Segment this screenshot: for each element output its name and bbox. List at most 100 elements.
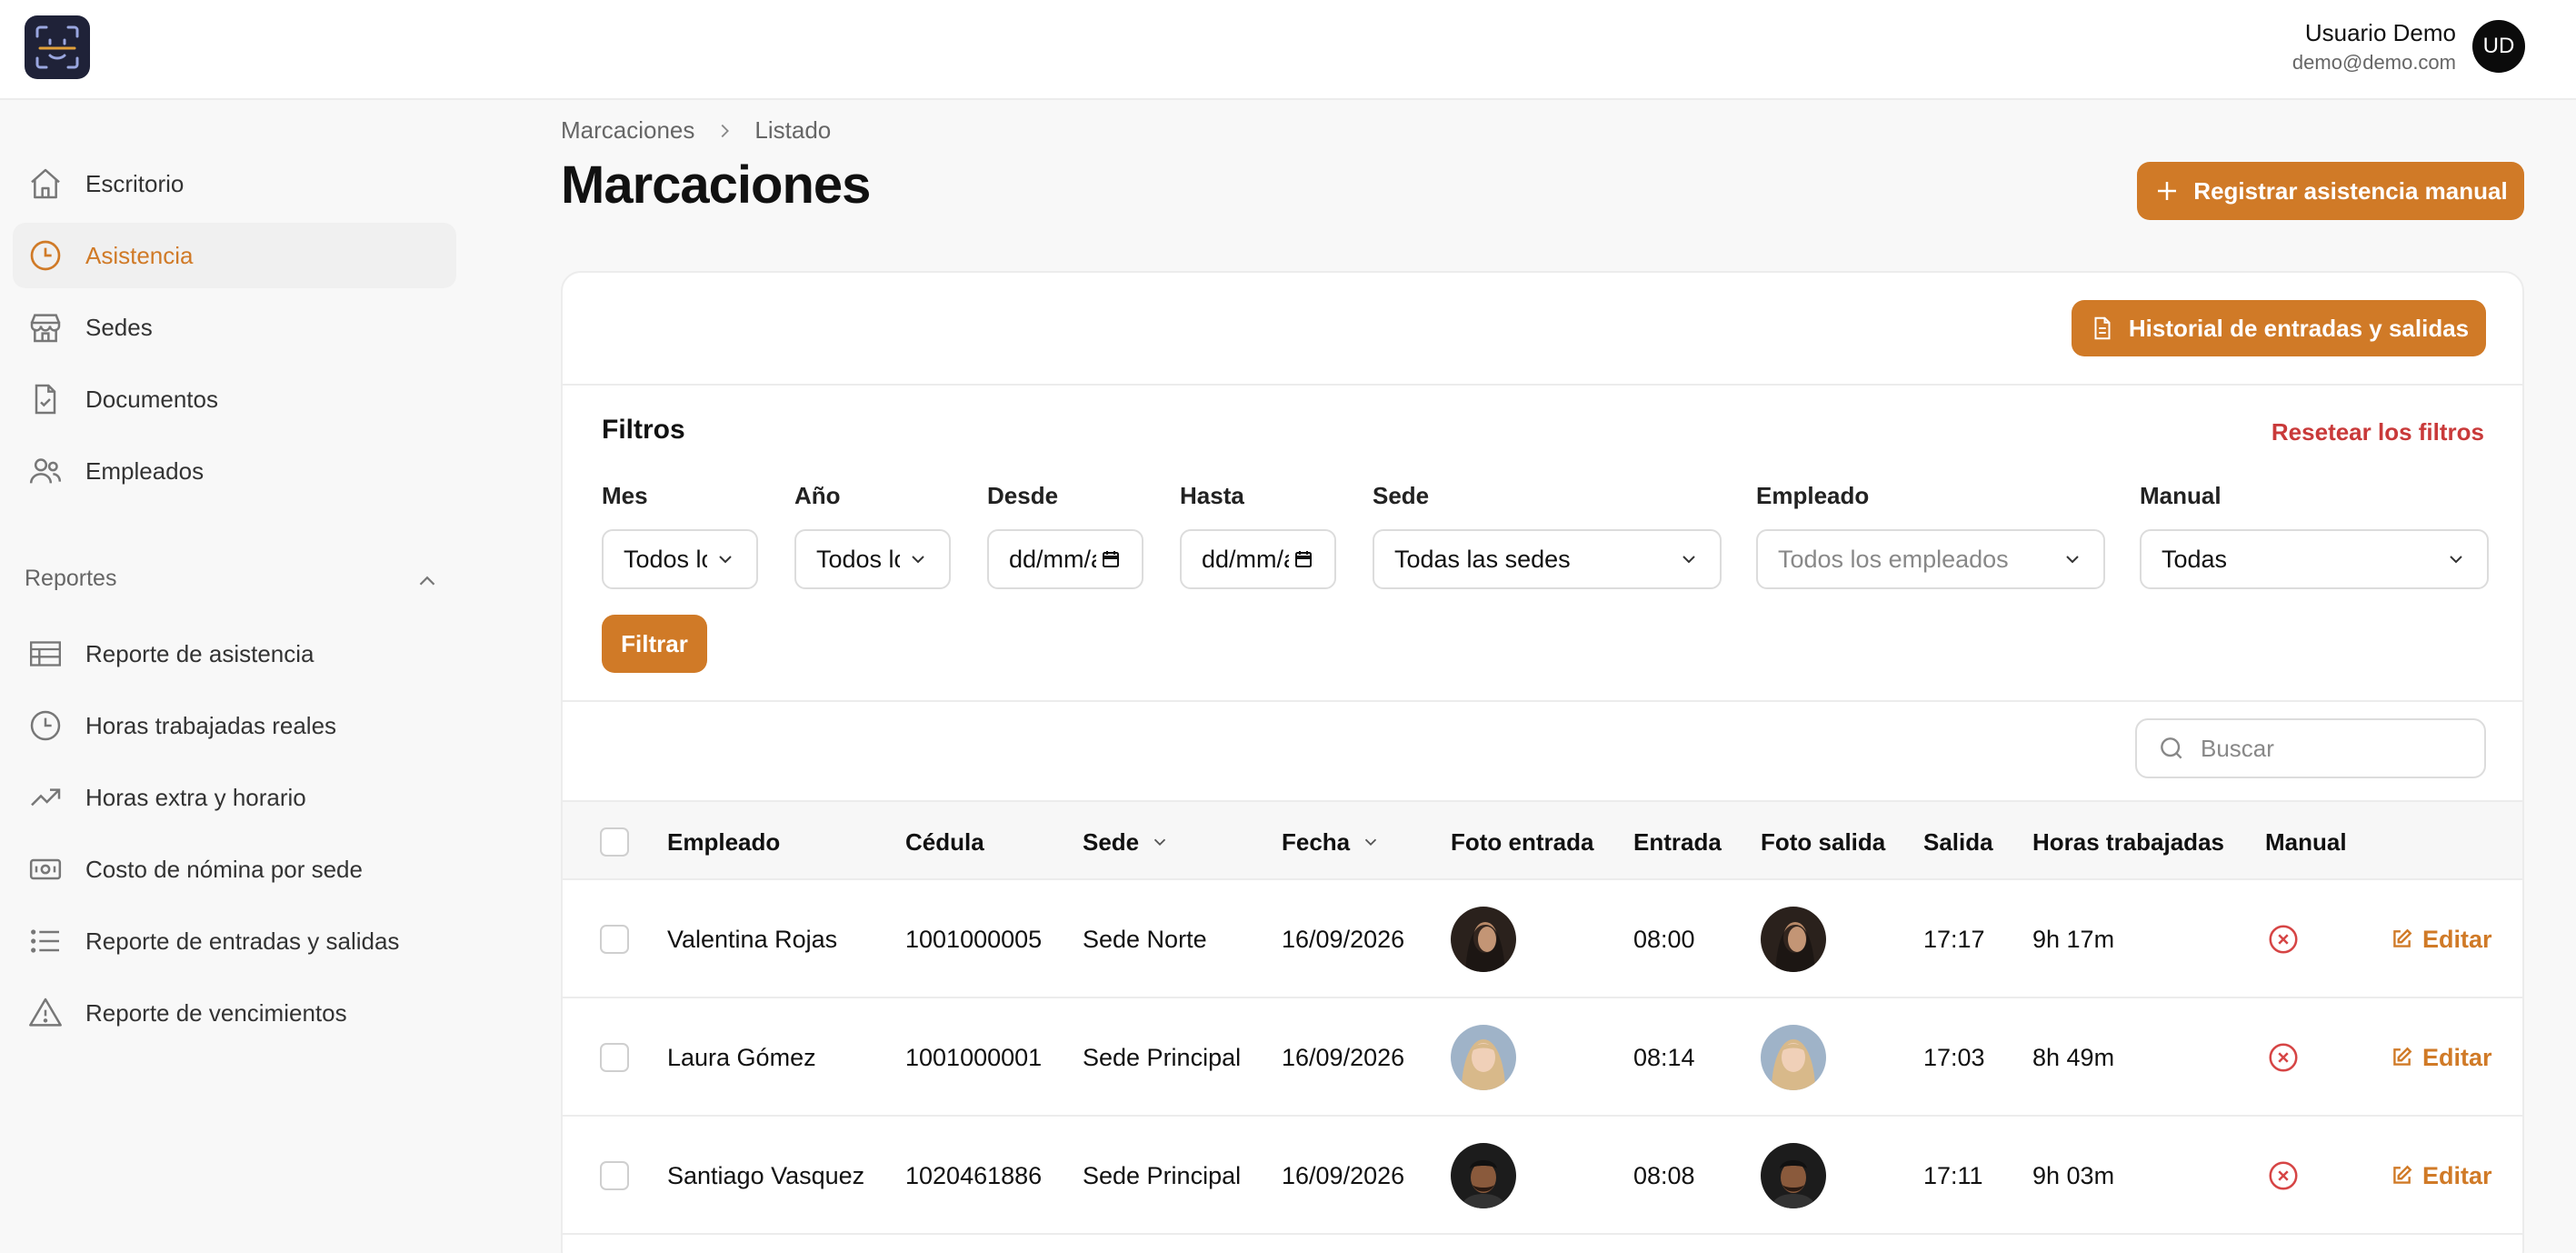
sidebar-item-label: Horas extra y horario [85, 783, 306, 811]
table-row[interactable]: Valentina Rojas 1001000005 Sede Norte 16… [563, 880, 2522, 998]
cell-fecha: 16/09/2026 [1282, 925, 1405, 953]
document-icon [2094, 316, 2111, 340]
entry-photo[interactable] [1451, 1025, 1516, 1090]
list-icon [31, 929, 59, 953]
sidebar-item-sedes[interactable]: Sedes [13, 295, 456, 360]
trending-up-icon [31, 788, 61, 807]
cell-cedula: 1001000005 [905, 925, 1043, 953]
sidebar-item-label: Reporte de vencimientos [85, 998, 347, 1027]
exit-photo[interactable] [1761, 1025, 1826, 1090]
history-button[interactable]: Historial de entradas y salidas [2072, 300, 2486, 356]
col-cedula: Cédula [905, 827, 984, 856]
row-checkbox[interactable] [600, 925, 629, 954]
cell-sede: Sede Norte [1083, 925, 1207, 953]
divider [563, 700, 2522, 702]
table-row[interactable]: Santiago Vasquez 1020461886 Sede Princip… [563, 1117, 2522, 1235]
cell-cedula: 1001000001 [905, 1043, 1043, 1071]
col-sede[interactable]: Sede [1083, 802, 1170, 882]
user-menu[interactable]: Usuario Demo demo@demo.com UD [2292, 16, 2525, 76]
col-manual: Manual [2265, 827, 2347, 856]
cell-fecha: 16/09/2026 [1282, 1043, 1405, 1071]
cell-horas: 9h 03m [2032, 1161, 2115, 1189]
home-icon [31, 168, 60, 199]
col-foto-salida: Foto salida [1761, 827, 1886, 856]
cell-empleado: Valentina Rojas [667, 925, 838, 953]
x-circle-icon [2269, 1161, 2298, 1190]
manual-select[interactable]: Todas [2140, 529, 2489, 589]
breadcrumb-current: Listado [754, 116, 832, 144]
cell-horas: 8h 49m [2032, 1043, 2115, 1071]
anio-select[interactable]: Todos los años [794, 529, 951, 589]
sidebar-item-reporte-asistencia[interactable]: Reporte de asistencia [13, 621, 456, 687]
attendance-card: Historial de entradas y salidas Filtros … [561, 271, 2524, 1253]
anio-label: Año [794, 482, 841, 509]
hasta-date-input[interactable]: dd/mm/aaaa [1180, 529, 1336, 589]
filter-button[interactable]: Filtrar [602, 615, 707, 673]
calendar-icon[interactable] [1100, 548, 1122, 570]
user-name: Usuario Demo [2304, 19, 2456, 46]
edit-button[interactable]: Editar [2390, 998, 2492, 1117]
register-manual-button[interactable]: Registrar asistencia manual [2137, 162, 2524, 220]
entry-photo[interactable] [1451, 1143, 1516, 1208]
document-check-icon [35, 384, 56, 415]
edit-button[interactable]: Editar [2390, 880, 2492, 998]
store-icon [30, 314, 61, 343]
edit-button[interactable]: Editar [2390, 1117, 2492, 1235]
avatar[interactable]: UD [2472, 20, 2525, 73]
search-placeholder: Buscar [2201, 734, 2274, 762]
sede-select[interactable]: Todas las sedes [1373, 529, 1722, 589]
table-icon [30, 641, 61, 667]
page-title: Marcaciones [561, 155, 871, 215]
exit-photo[interactable] [1761, 1143, 1826, 1208]
banknote-icon [29, 858, 62, 880]
manual-label: Manual [2140, 482, 2222, 509]
sidebar-item-label: Escritorio [85, 169, 185, 197]
sidebar-item-label: Empleados [85, 456, 205, 485]
cell-fecha: 16/09/2026 [1282, 1161, 1405, 1189]
sidebar-item-documentos[interactable]: Documentos [13, 366, 456, 432]
sidebar-nav: Escritorio Asistencia Sedes Documentos E… [0, 102, 473, 1253]
sidebar-item-horas-extra[interactable]: Horas extra y horario [13, 765, 456, 830]
select-all-checkbox[interactable] [600, 827, 629, 857]
breadcrumb-parent[interactable]: Marcaciones [561, 116, 694, 145]
app-logo[interactable] [25, 15, 90, 79]
calendar-icon[interactable] [1293, 548, 1314, 570]
edit-icon [2393, 928, 2412, 947]
cell-entrada: 08:00 [1633, 925, 1695, 953]
reset-filters-link[interactable]: Resetear los filtros [2271, 418, 2484, 446]
sidebar-item-horas-trabajadas[interactable]: Horas trabajadas reales [13, 693, 456, 758]
x-circle-icon [2269, 925, 2298, 954]
col-entrada: Entrada [1633, 827, 1722, 856]
table-row[interactable]: Laura Gómez 1001000001 Sede Principal 16… [563, 998, 2522, 1117]
sidebar-item-empleados[interactable]: Empleados [13, 438, 456, 504]
sidebar-item-label: Reporte de asistencia [85, 639, 315, 667]
sidebar-item-label: Horas trabajadas reales [85, 711, 337, 739]
chevron-down-icon [719, 556, 732, 564]
sidebar-item-asistencia[interactable]: Asistencia [13, 223, 456, 288]
sidebar-item-costo-nomina[interactable]: Costo de nómina por sede [13, 837, 456, 902]
col-salida: Salida [1923, 827, 1993, 856]
chevron-down-icon [2450, 556, 2462, 564]
hasta-label: Hasta [1180, 482, 1244, 509]
x-circle-icon [2269, 1043, 2298, 1072]
empleado-label: Empleado [1756, 482, 1870, 509]
row-checkbox[interactable] [600, 1043, 629, 1072]
entry-photo[interactable] [1451, 907, 1516, 972]
desde-date-input[interactable]: dd/mm/aaaa [987, 529, 1143, 589]
sidebar-item-escritorio[interactable]: Escritorio [13, 151, 456, 216]
search-icon [2161, 737, 2182, 759]
cell-entrada: 08:08 [1633, 1161, 1695, 1189]
sede-label: Sede [1373, 482, 1430, 509]
user-email: demo@demo.com [2291, 51, 2456, 74]
sidebar-item-vencimientos[interactable]: Reporte de vencimientos [13, 980, 456, 1046]
empleado-select[interactable]: Todos los empleados [1756, 529, 2105, 589]
sidebar-item-entradas-salidas[interactable]: Reporte de entradas y salidas [13, 908, 456, 974]
mes-select[interactable]: Todos los meses [602, 529, 758, 589]
top-bar: Usuario Demo demo@demo.com UD [0, 0, 2576, 100]
search-input[interactable]: Buscar [2135, 718, 2486, 778]
exit-photo[interactable] [1761, 907, 1826, 972]
row-checkbox[interactable] [600, 1161, 629, 1190]
col-fecha[interactable]: Fecha [1282, 802, 1381, 882]
chevron-up-icon[interactable] [414, 567, 441, 595]
col-foto-entrada: Foto entrada [1451, 827, 1594, 856]
